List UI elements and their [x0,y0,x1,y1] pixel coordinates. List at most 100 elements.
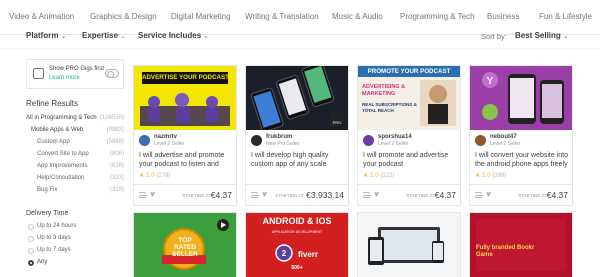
starting-at-label: STARTING AT [518,193,547,198]
service-includes-label: Service Includes [138,31,202,40]
gig-thumbnail[interactable]: Y [470,66,572,130]
heart-icon[interactable]: ♥ [486,189,491,199]
gig-title[interactable]: I will convert your website into the and… [475,151,571,169]
sort-dropdown[interactable]: Best Selling ⌄ [515,31,569,40]
category-graphics-design[interactable]: Graphics & Design [90,12,157,21]
category-writing-translation[interactable]: Writing & Translation [245,12,319,21]
gig-thumbnail[interactable] [358,213,460,277]
gig-card[interactable]: ADVERTISE YOUR PODCAST nazmrtv Level 2 S… [133,65,237,206]
avatar[interactable] [139,135,150,146]
learn-more-link[interactable]: Learn more [49,75,80,81]
refine-results-heading: Refine Results [26,99,79,108]
price: €4.37 [434,190,456,200]
category-business[interactable]: Business [487,12,519,21]
refine-item-custom-app[interactable]: Custom App [37,139,70,145]
seller-level: Level 2 Seller [378,141,409,147]
svg-text:Y: Y [487,76,494,87]
seller-name[interactable]: nazmrtv [154,134,177,140]
seller-name[interactable]: sporshua14 [378,134,412,140]
star-icon: ★ [139,173,145,179]
heart-icon[interactable]: ♥ [150,189,155,199]
gig-card[interactable]: TOP RATED SELLER [133,212,237,277]
card-footer: ♥ STARTING AT €3.933.14 [246,184,348,205]
thumbnail-number: 2 [281,249,287,258]
service-includes-filter[interactable]: Service Includes ⌄ [138,31,209,40]
seller-name[interactable]: frukbrum [266,134,292,140]
seller-info: frukbrum New Pro Seller [251,134,345,148]
menu-icon[interactable] [363,192,370,198]
gig-title[interactable]: I will promote and advertise your podcas… [363,151,459,169]
thumbnail-subtext: ADVERTISING & MARKETING [362,84,406,97]
rating: ★ 5.0 (278) [139,172,170,179]
gig-card[interactable]: PRO frukbrum New Pro Seller I will devel… [245,65,349,206]
rating-value: 5.0 [482,173,491,179]
category-nav: Video & Animation Graphics & Design Digi… [0,0,600,35]
sort-label: Sort by: [481,32,507,41]
refine-all-count: (106530) [99,115,124,121]
expertise-filter[interactable]: Expertise ⌄ [82,31,126,40]
seller-name[interactable]: nebout47 [490,134,517,140]
gig-thumbnail[interactable]: ANDROID & IOS APPLICATION DEVELOPMENT 2 … [246,213,348,277]
gig-thumbnail[interactable]: PRO [246,66,348,130]
refine-item-help-consultation[interactable]: Help/Consultation [37,175,84,181]
menu-icon[interactable] [251,192,258,198]
delivery-option-label: Any [37,259,48,265]
menu-icon[interactable] [139,192,146,198]
starting-at-label: STARTING AT [275,193,304,198]
heart-icon[interactable]: ♥ [262,189,267,199]
thumbnail-text: Fully branded Bookr Game [476,245,535,258]
category-music-audio[interactable]: Music & Audio [332,12,383,21]
review-count: (122) [380,173,395,179]
delivery-option-label: Up to 7 days [37,247,71,253]
gig-card[interactable]: PROMOTE YOUR PODCAST ADVERTISING & MARKE… [357,65,461,206]
star-icon: ★ [363,173,369,179]
pro-gigs-toggle-box: Show PRO Gigs first Learn more [26,59,124,89]
refine-item-count: (5869) [106,139,124,145]
refine-item-convert-site[interactable]: Convert Site to App [37,151,89,157]
expertise-label: Expertise [82,31,119,40]
sort-value: Best Selling [515,31,561,40]
gig-thumbnail[interactable]: PROMOTE YOUR PODCAST ADVERTISING & MARKE… [358,66,460,130]
category-programming-tech[interactable]: Programming & Tech [400,12,475,21]
gig-title[interactable]: I will advertise and promote your podcas… [139,151,235,169]
refine-subcategory-link[interactable]: Mobile Apps & Web [31,127,83,133]
menu-icon[interactable] [475,192,482,198]
seller-info: nebout47 Level 2 Seller [475,134,569,148]
refine-item-count: (319) [109,187,124,193]
avatar[interactable] [475,135,486,146]
gig-thumbnail[interactable]: TOP RATED SELLER [134,213,236,277]
starting-at-label: STARTING AT [406,193,435,198]
platform-filter[interactable]: Platform ⌄ [26,31,66,40]
rating-value: 5.0 [146,173,155,179]
pro-toggle-switch[interactable] [105,69,119,78]
category-fun-lifestyle[interactable]: Fun & Lifestyle [539,12,592,21]
avatar[interactable] [363,135,374,146]
delivery-radio-7d[interactable] [28,248,34,254]
gig-thumbnail[interactable]: Fully branded Bookr Game [470,213,572,277]
gig-card[interactable] [357,212,461,277]
delivery-radio-3d[interactable] [28,236,34,242]
card-footer: ♥ STARTING AT €4.37 [358,184,460,205]
seller-info: nazmrtv Level 2 Seller [139,134,233,148]
gig-thumbnail[interactable]: ADVERTISE YOUR PODCAST [134,66,236,130]
refine-item-count: (323) [109,175,124,181]
card-footer: ♥ STARTING AT €4.37 [134,184,236,205]
gig-title[interactable]: I will develop high quality custom app o… [251,151,347,169]
heart-icon[interactable]: ♥ [374,189,379,199]
gig-card[interactable]: Y nebout47 Level 2 Seller I will convert… [469,65,573,206]
thumbnail-footer: 500+ [291,265,303,271]
price: €4.37 [210,190,232,200]
category-video-animation[interactable]: Video & Animation [9,12,74,21]
gig-card[interactable]: ANDROID & IOS APPLICATION DEVELOPMENT 2 … [245,212,349,277]
delivery-radio-24h[interactable] [28,224,34,230]
delivery-radio-any[interactable] [28,260,34,266]
refine-item-app-improvements[interactable]: App Improvements [37,163,87,169]
rating: ★ 5.0 (398) [475,172,506,179]
chevron-down-icon: ⌄ [562,33,569,40]
gig-card[interactable]: Fully branded Bookr Game [469,212,573,277]
avatar[interactable] [251,135,262,146]
delivery-time-heading: Delivery Time [26,210,69,217]
thumbnail-subtext: REAL SUBSCRIPTIONS & TOTAL REACH [362,102,417,113]
refine-item-bug-fix[interactable]: Bug Fix [37,187,57,193]
category-digital-marketing[interactable]: Digital Marketing [171,12,231,21]
